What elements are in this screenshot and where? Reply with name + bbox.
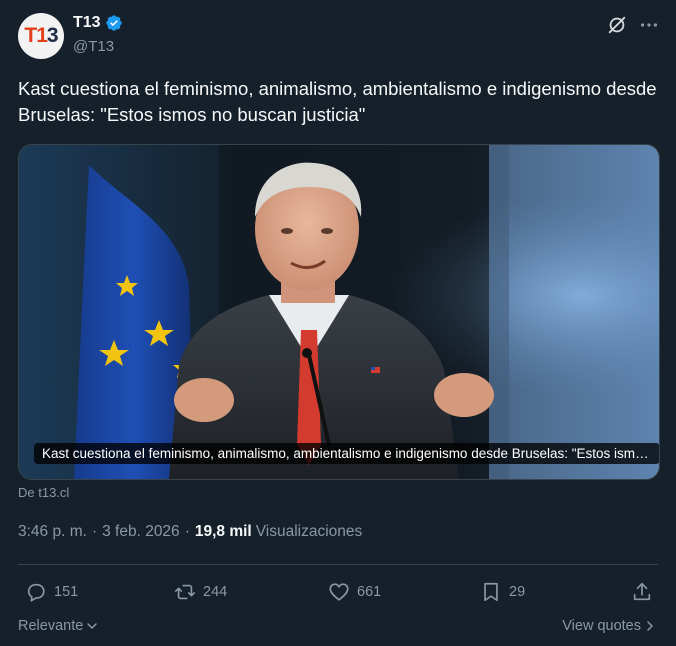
author-display-name[interactable]: T13 (73, 14, 101, 32)
tweet-text: Kast cuestiona el feminismo, animalismo,… (18, 78, 657, 125)
verified-badge-icon[interactable] (105, 14, 123, 32)
author-name-row: T13 (73, 14, 123, 32)
reply-count: 151 (54, 584, 79, 600)
reply-icon (27, 583, 45, 602)
repost-count: 244 (203, 584, 228, 600)
avatar-logo: T13 (24, 24, 58, 47)
sort-replies-dropdown[interactable]: Relevante (18, 618, 98, 634)
heart-icon (329, 583, 349, 601)
views-count: 19,8 mil (194, 523, 252, 540)
view-quotes-link[interactable]: View quotes (562, 618, 656, 634)
bookmark-button[interactable]: 29 (480, 580, 525, 604)
bookmark-icon (484, 582, 498, 602)
tweet-meta: 3:46 p. m. · 3 feb. 2026 · 19,8 mil Visu… (18, 523, 362, 541)
chevron-down-icon (87, 623, 98, 629)
bookmark-count: 29 (509, 584, 526, 600)
tweet-time[interactable]: 3:46 p. m. (18, 523, 87, 541)
chevron-right-icon (647, 621, 653, 631)
meta-separator: · (91, 523, 98, 540)
share-button[interactable] (631, 580, 653, 604)
views-label: Visualizaciones (255, 523, 363, 540)
reply-button[interactable]: 151 (25, 580, 78, 604)
source-link[interactable]: De t13.cl (18, 485, 69, 500)
divider (18, 564, 658, 565)
tweet-date[interactable]: 3 feb. 2026 (102, 523, 180, 541)
avatar[interactable]: T13 (18, 13, 64, 59)
view-quotes-label: View quotes (562, 618, 641, 634)
meta-separator: · (184, 523, 190, 540)
author-handle[interactable]: @T13 (73, 38, 114, 55)
repost-icon (175, 584, 195, 600)
share-icon (633, 582, 651, 601)
like-count: 661 (357, 584, 382, 600)
sort-label: Relevante (18, 618, 84, 634)
tweet-card: T13 T13 @T13 Kast cuestiona el feminismo… (0, 0, 676, 646)
like-button[interactable]: 661 (328, 580, 381, 604)
more-options-icon[interactable] (638, 14, 660, 36)
repost-button[interactable]: 244 (174, 580, 227, 604)
grok-icon[interactable] (606, 14, 628, 36)
link-card-caption: Kast cuestiona el feminismo, animalismo,… (34, 443, 659, 464)
news-photo (19, 145, 659, 479)
link-card[interactable]: Kast cuestiona el feminismo, animalismo,… (18, 144, 660, 480)
